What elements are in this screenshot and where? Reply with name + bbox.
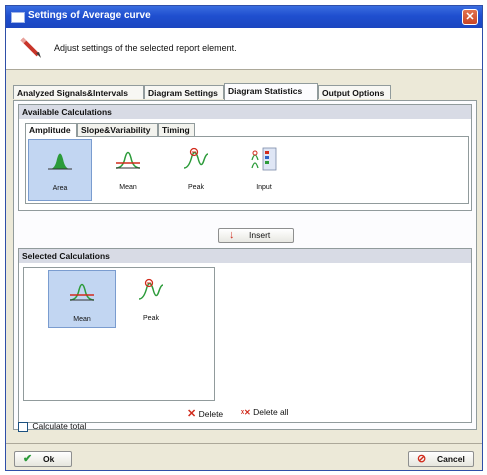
delete-all-button-label: Delete all: [253, 407, 289, 417]
selected-calculations-group: Selected Calculations Mean Peak ✕ Delete…: [18, 248, 472, 423]
cancel-button[interactable]: ⊘ Cancel: [408, 451, 474, 467]
calc-mean-label: Mean: [119, 184, 137, 191]
checkmark-icon: ✔: [23, 453, 33, 465]
calc-area-label: Area: [52, 185, 68, 192]
subtab-amplitude[interactable]: Amplitude: [25, 123, 77, 137]
selected-calculations-list[interactable]: Mean Peak: [23, 267, 215, 401]
available-calculations-group: Available Calculations Amplitude Slope&V…: [18, 104, 472, 211]
window-title: Settings of Average curve: [28, 10, 151, 21]
ok-button[interactable]: ✔ Ok: [14, 451, 72, 467]
cancel-button-label: Cancel: [437, 454, 465, 464]
mean-icon: [115, 151, 141, 169]
insert-button[interactable]: ↓ Insert: [218, 228, 294, 243]
subtab-timing[interactable]: Timing: [158, 123, 195, 136]
calculate-total-row[interactable]: Calculate total: [18, 421, 86, 432]
close-button[interactable]: ✕: [462, 9, 478, 25]
window-icon: [11, 12, 25, 23]
delete-button-label: Delete: [198, 409, 224, 419]
info-message: Adjust settings of the selected report e…: [54, 43, 237, 53]
insert-button-label: Insert: [249, 230, 271, 240]
selected-calc-peak-label: Peak: [143, 315, 159, 322]
area-icon: [48, 153, 72, 170]
calc-mean[interactable]: Mean: [96, 139, 160, 201]
delete-all-button[interactable]: ᵡ✕ Delete all: [241, 407, 289, 417]
tab-diagram-statistics[interactable]: Diagram Statistics: [224, 83, 318, 100]
input-icon: [251, 147, 277, 171]
tab-diagram-settings[interactable]: Diagram Settings: [144, 85, 224, 99]
insert-arrow-icon: ↓: [229, 229, 235, 241]
diagram-statistics-panel: Available Calculations Amplitude Slope&V…: [13, 100, 477, 430]
cancel-icon: ⊘: [417, 453, 427, 465]
title-bar[interactable]: Settings of Average curve ✕: [6, 6, 482, 28]
available-calculations-list: Area Mean Peak Input: [25, 136, 469, 204]
peak-icon: [183, 147, 209, 169]
calc-input-label: Input: [256, 184, 272, 191]
calc-peak-label: Peak: [188, 184, 204, 191]
settings-dialog: Settings of Average curve ✕ Adjust setti…: [5, 5, 483, 471]
delete-bar: ✕ Delete ᵡ✕ Delete all: [19, 407, 471, 421]
delete-all-icon: ᵡ✕: [241, 408, 251, 417]
tab-output-options[interactable]: Output Options: [318, 85, 391, 99]
available-calculations-title: Available Calculations: [19, 105, 471, 119]
selected-calculations-title: Selected Calculations: [19, 249, 471, 263]
selected-calc-mean[interactable]: Mean: [48, 270, 116, 328]
calc-peak[interactable]: Peak: [164, 139, 228, 201]
calculate-total-label: Calculate total: [32, 421, 87, 431]
selected-calc-peak[interactable]: Peak: [120, 270, 182, 328]
info-bar: Adjust settings of the selected report e…: [6, 28, 482, 70]
delete-icon: ✕: [187, 408, 197, 420]
delete-button[interactable]: ✕ Delete: [187, 407, 223, 420]
tab-analyzed-signals[interactable]: Analyzed Signals&Intervals: [13, 85, 144, 99]
dialog-footer: ✔ Ok ⊘ Cancel: [6, 443, 482, 471]
calculate-total-checkbox[interactable]: [18, 421, 28, 432]
selected-calc-mean-label: Mean: [73, 316, 91, 323]
ok-button-label: Ok: [43, 454, 55, 464]
subtab-slope-variability[interactable]: Slope&Variability: [77, 123, 158, 136]
calc-area[interactable]: Area: [28, 139, 92, 201]
calc-input[interactable]: Input: [232, 139, 296, 201]
mean-icon: [69, 283, 95, 301]
pencil-icon: [20, 37, 41, 58]
peak-icon: [138, 278, 164, 300]
